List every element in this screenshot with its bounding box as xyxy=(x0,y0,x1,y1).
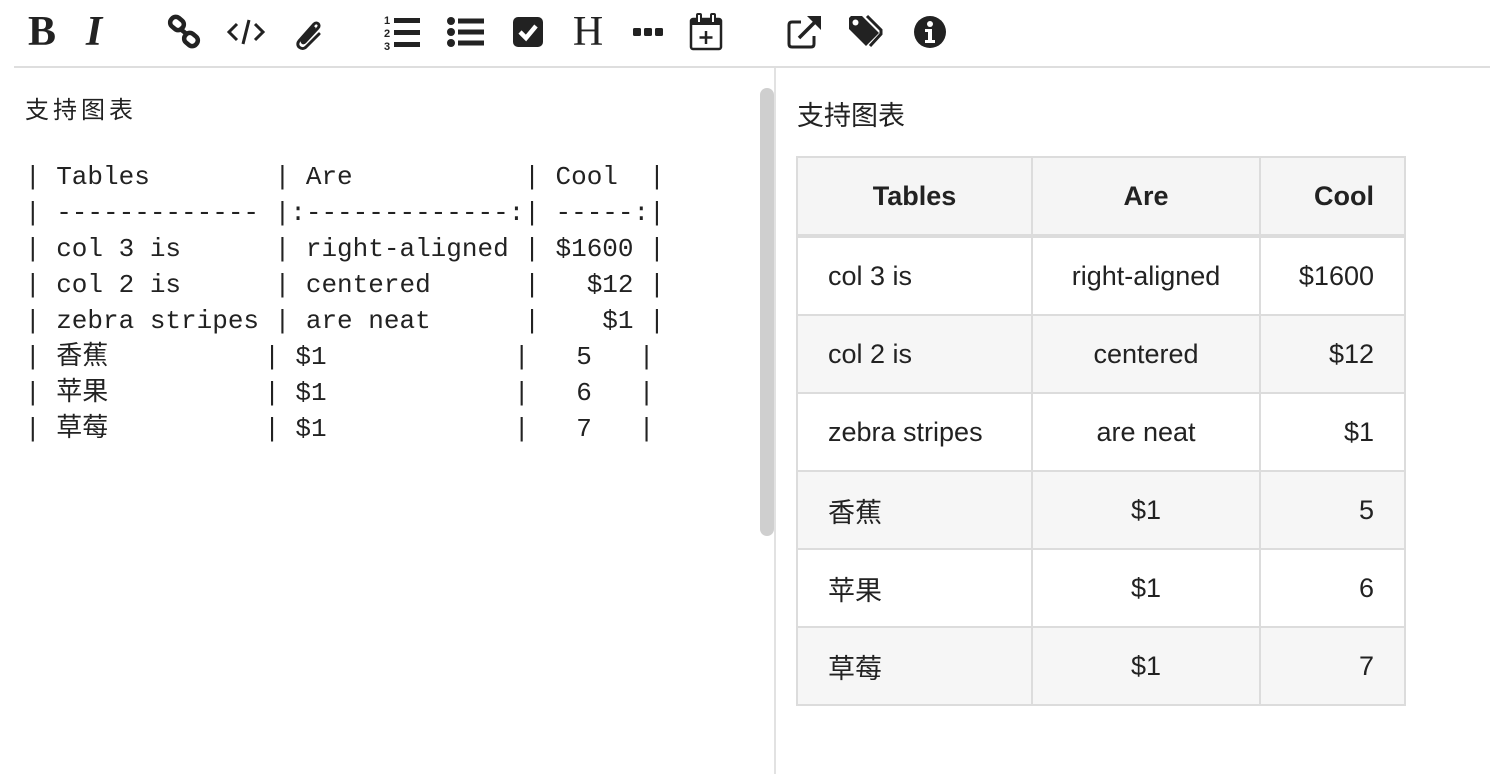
bold-button[interactable]: B xyxy=(20,10,64,54)
table-cell: 5 xyxy=(1259,470,1406,550)
editor-heading-text: 支持图表 xyxy=(25,96,137,124)
table-row: col 2 is centered $12 xyxy=(796,314,1406,394)
heading-icon: H xyxy=(572,9,604,55)
checkbox-button[interactable] xyxy=(506,10,550,54)
table-cell: $1 xyxy=(1259,392,1406,472)
table-cell: col 3 is xyxy=(796,235,1033,316)
table-cell: 6 xyxy=(1259,548,1406,628)
link-button[interactable] xyxy=(162,10,206,54)
table-cell: centered xyxy=(1031,314,1261,394)
table-cell: col 2 is xyxy=(796,314,1033,394)
table-header-cell: Tables xyxy=(796,156,1033,238)
editor-line: | col 3 is | right-aligned | $1600 | xyxy=(25,234,665,264)
editor-line: | zebra stripes | are neat | $1 | xyxy=(25,306,665,336)
editor-toolbar: B I 1 2 3 H xyxy=(14,0,1490,68)
paperclip-icon xyxy=(296,21,321,50)
table-cell: are neat xyxy=(1031,392,1261,472)
table-cell: $1600 xyxy=(1259,235,1406,316)
editor-line: | Tables | Are | Cool | xyxy=(25,162,665,192)
preview-table: Tables Are Cool col 3 is right-aligned $… xyxy=(796,156,1406,706)
preview-heading: 支持图表 xyxy=(797,101,905,132)
table-row: zebra stripes are neat $1 xyxy=(796,392,1406,472)
svg-text:3: 3 xyxy=(384,41,390,52)
table-row: 草莓 $1 7 xyxy=(796,626,1406,706)
code-icon xyxy=(226,19,266,45)
table-header-cell: Are xyxy=(1031,156,1261,238)
italic-icon: I xyxy=(85,9,103,55)
checkbox-icon xyxy=(513,17,543,47)
ordered-list-button[interactable]: 1 2 3 xyxy=(380,10,424,54)
heading-button[interactable]: H xyxy=(566,10,610,54)
editor-line: | col 2 is | centered | $12 | xyxy=(25,270,665,300)
link-icon xyxy=(167,14,201,49)
editor-scrollbar[interactable] xyxy=(760,88,774,536)
info-icon xyxy=(914,16,946,48)
table-row: col 3 is right-aligned $1600 xyxy=(796,235,1406,316)
editor-line: | 苹果 | $1 | 6 | xyxy=(25,378,655,408)
external-link-icon xyxy=(787,16,821,49)
editor-line: | ------------- |:-------------:| -----:… xyxy=(25,198,665,228)
table-cell: 香蕉 xyxy=(796,470,1033,550)
editor-line: | 香蕉 | $1 | 5 | xyxy=(25,342,655,372)
ordered-list-icon: 1 2 3 xyxy=(384,15,420,52)
table-cell: zebra stripes xyxy=(796,392,1033,472)
editor-line: | 草莓 | $1 | 7 | xyxy=(25,414,655,444)
svg-text:1: 1 xyxy=(384,15,390,27)
calendar-plus-icon xyxy=(689,13,723,51)
tags-button[interactable] xyxy=(846,10,890,54)
table-cell: 草莓 xyxy=(796,626,1033,706)
table-cell: $1 xyxy=(1031,470,1261,550)
table-cell: $1 xyxy=(1031,548,1261,628)
unordered-list-icon xyxy=(447,17,484,47)
ellipsis-icon xyxy=(633,28,663,36)
table-row: 香蕉 $1 5 xyxy=(796,470,1406,550)
table-cell: $12 xyxy=(1259,314,1406,394)
table-header-row: Tables Are Cool xyxy=(796,156,1406,238)
table-cell: 7 xyxy=(1259,626,1406,706)
external-link-button[interactable] xyxy=(782,10,826,54)
more-button[interactable] xyxy=(626,10,670,54)
tags-icon xyxy=(849,14,883,48)
svg-text:2: 2 xyxy=(384,28,390,40)
table-cell: right-aligned xyxy=(1031,235,1261,316)
attachment-button[interactable] xyxy=(286,10,330,54)
table-cell: $1 xyxy=(1031,626,1261,706)
bold-icon: B xyxy=(27,9,56,55)
italic-button[interactable]: I xyxy=(72,10,116,54)
table-cell: 苹果 xyxy=(796,548,1033,628)
insert-date-button[interactable] xyxy=(684,10,728,54)
code-button[interactable] xyxy=(224,10,268,54)
unordered-list-button[interactable] xyxy=(444,10,488,54)
markdown-editor[interactable]: 支持图表 | Tables | Are | Cool | | ---------… xyxy=(0,68,760,774)
table-header-cell: Cool xyxy=(1259,156,1406,238)
info-button[interactable] xyxy=(908,10,952,54)
table-row: 苹果 $1 6 xyxy=(796,548,1406,628)
markdown-preview: 支持图表 Tables Are Cool col 3 is right-alig… xyxy=(776,68,1490,774)
